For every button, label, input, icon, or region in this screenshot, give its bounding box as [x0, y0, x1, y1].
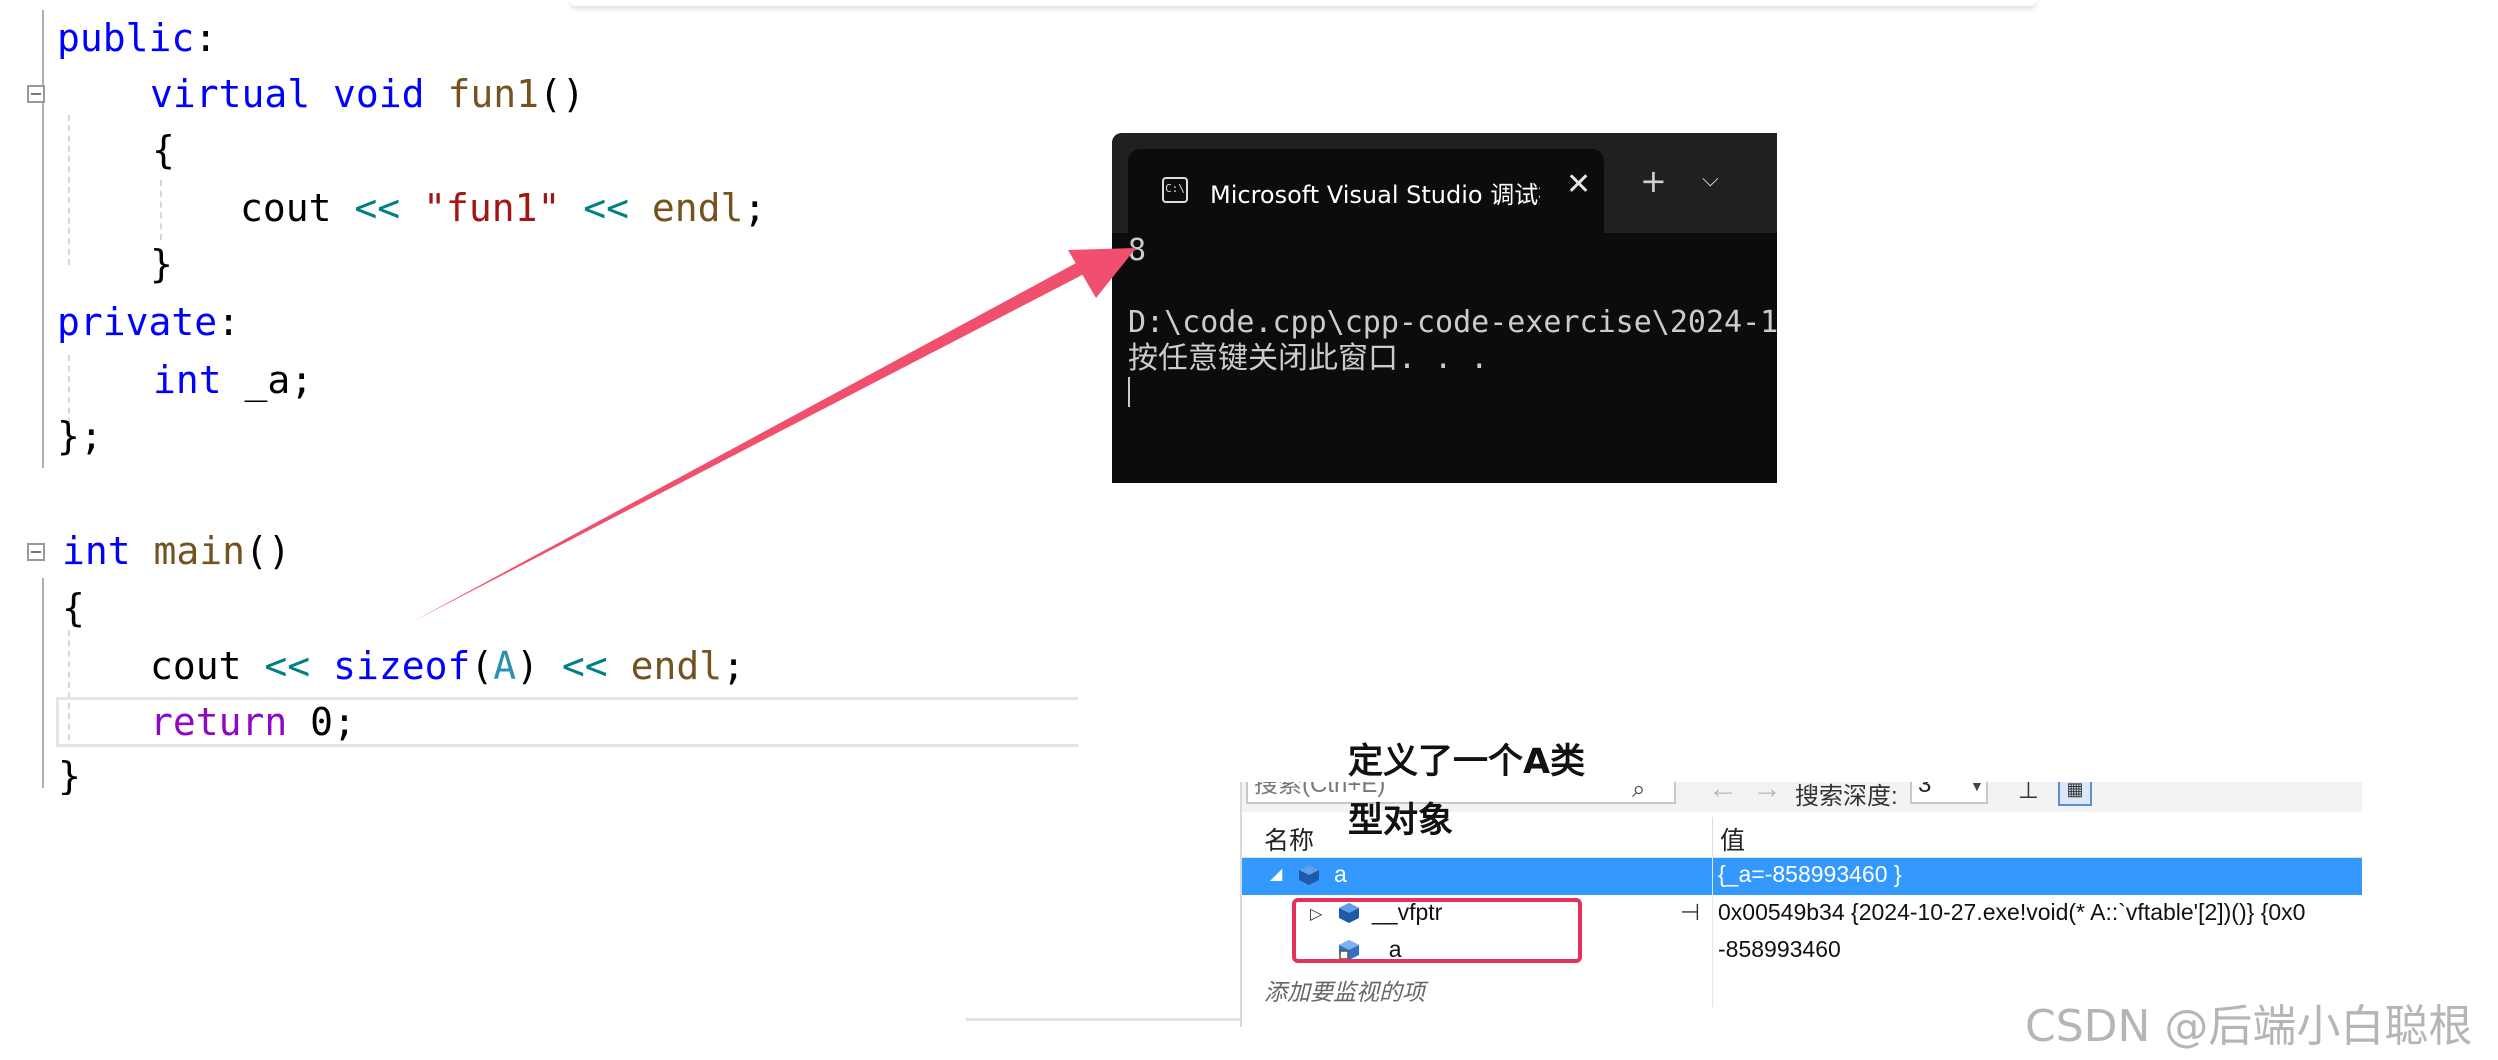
arrow-shaft — [412, 262, 1084, 622]
annotation-arrow — [412, 248, 1136, 622]
watermark: CSDN @后端小白聪根 — [2025, 1001, 2473, 1052]
